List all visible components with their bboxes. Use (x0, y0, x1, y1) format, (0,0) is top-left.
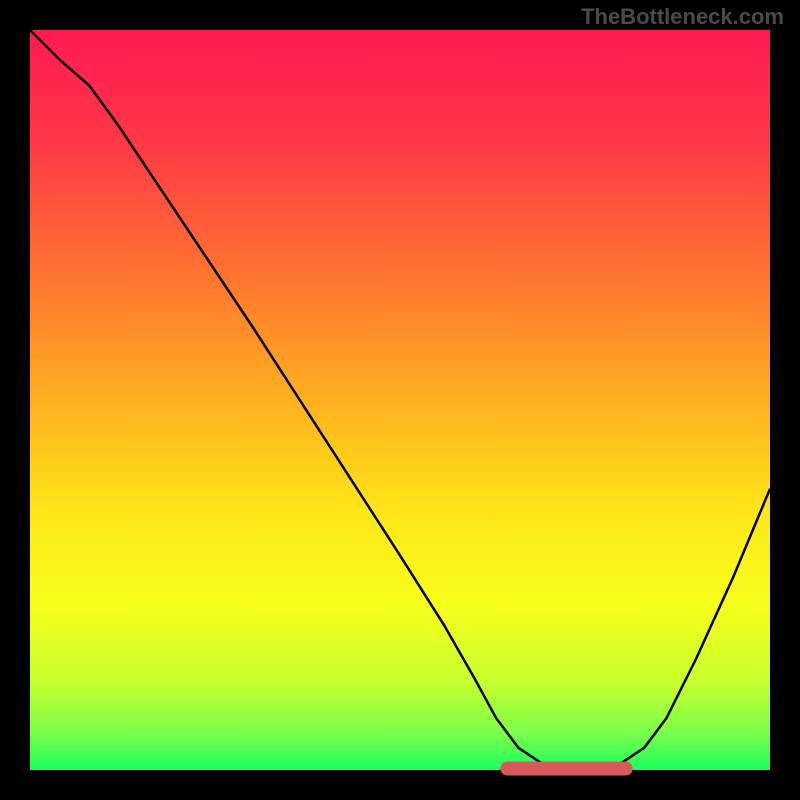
bottleneck-chart (0, 0, 800, 800)
plot-background-gradient (30, 30, 770, 770)
chart-container: TheBottleneck.com (0, 0, 800, 800)
watermark-text: TheBottleneck.com (581, 4, 784, 30)
